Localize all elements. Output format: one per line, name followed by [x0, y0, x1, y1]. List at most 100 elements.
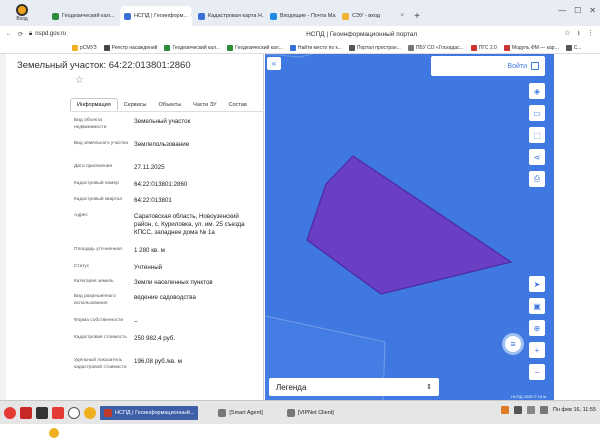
start-menu-icon[interactable] — [4, 406, 16, 419]
property-value[interactable]: 1 280 кв. м — [134, 247, 256, 255]
collapse-panel-button[interactable]: « — [267, 57, 281, 70]
extensions-icon[interactable]: ⋮ — [587, 29, 594, 40]
download-icon[interactable]: ⭳ — [578, 29, 580, 40]
browser-tab[interactable]: СЭУ - вход × — [338, 6, 408, 26]
taskbar-app-label: [VIPNet Client] — [297, 409, 334, 416]
browser-tab[interactable]: Входящие - Почта Ma...× — [266, 6, 336, 26]
bookmark-item[interactable]: Модуль ФМ — кар... — [503, 44, 559, 51]
property-value[interactable]: ведение садоводства — [134, 294, 256, 302]
bookmark-favicon-icon — [227, 44, 234, 51]
legend-dropdown[interactable]: Легенда ⇕ — [269, 378, 439, 396]
property-value[interactable]: Земельный участок — [134, 118, 256, 126]
favorite-star-icon[interactable]: ☆ — [75, 75, 84, 86]
right-gutter — [554, 54, 600, 400]
bookmark-favicon-icon — [72, 44, 78, 51]
panel-tab[interactable]: Объекты — [152, 98, 187, 111]
zoom-in-button[interactable]: + — [529, 342, 545, 358]
tab-close-icon[interactable]: × — [117, 13, 118, 19]
taskbar-app-icon-1[interactable] — [20, 406, 32, 419]
property-key: Вид земельного участка — [74, 141, 128, 146]
zoom-out-button[interactable]: − — [529, 364, 545, 380]
panel-tab[interactable]: Сервисы — [118, 98, 153, 111]
property-value[interactable]: – — [134, 318, 256, 326]
tray-icon-1[interactable] — [500, 406, 509, 414]
bookmark-favicon-icon — [103, 44, 110, 51]
network-icon[interactable] — [526, 406, 535, 414]
tab-label: НСПД | Геоинформ... — [134, 13, 188, 19]
browser-tab[interactable]: Кадастровая карта Н... × — [194, 6, 264, 26]
layers-icon[interactable]: ◈ — [529, 83, 545, 99]
terminal-icon[interactable] — [36, 406, 48, 419]
profile-logo[interactable]: Вход — [4, 2, 40, 24]
tab-favicon-icon — [124, 12, 131, 20]
property-value[interactable]: 64:22:013801:2860 — [134, 181, 256, 189]
volume-icon[interactable] — [539, 406, 548, 414]
bookmark-item[interactable]: ПБУ СО «Госкадас... — [407, 44, 464, 51]
bookmark-item[interactable]: Портал простран... — [348, 44, 401, 51]
taskbar-app-icon-2[interactable] — [52, 406, 64, 419]
zoom-area-icon[interactable]: ⊕ — [529, 320, 545, 336]
panel-title: Земельный участок: 64:22:013801:2860 — [17, 60, 191, 71]
bookmark-favicon-icon — [164, 44, 171, 51]
bookmark-label: Геодезический кал... — [235, 44, 283, 51]
print-icon[interactable]: ⎙ — [529, 171, 545, 187]
property-value[interactable]: 27.11.2025 — [134, 164, 256, 172]
bookmark-item[interactable]: ПГС 2.0 — [470, 44, 497, 51]
tab-label: СЭУ - вход — [352, 13, 381, 19]
share-icon[interactable]: ⋖ — [529, 149, 545, 165]
reload-icon[interactable]: ⟳ — [18, 31, 23, 38]
close-icon[interactable]: ✕ — [589, 6, 596, 15]
browser-tab[interactable]: Геодезический кал...× — [48, 6, 118, 26]
panel-tab[interactable]: Состав — [223, 98, 253, 111]
bookmark-item[interactable]: Геодезический кал... — [227, 44, 283, 51]
bookmark-item[interactable]: рСМУЗ — [72, 44, 97, 51]
new-tab-button[interactable]: + — [410, 6, 424, 26]
property-value[interactable]: Саратовская область, Новоузенский район,… — [134, 213, 256, 237]
address-bar: ← ⟳ 🔒︎ nspd.gov.ru НСПД | Геоинформацион… — [0, 26, 600, 42]
url-field[interactable]: 🔒︎ nspd.gov.ru — [29, 28, 159, 40]
back-icon[interactable]: ← — [6, 31, 12, 37]
login-button[interactable]: Войти — [431, 56, 545, 76]
property-value[interactable]: Земли населенных пунктов — [134, 279, 256, 287]
minimize-icon[interactable]: — — [558, 6, 566, 15]
maximize-icon[interactable]: ☐ — [574, 6, 581, 15]
property-value[interactable]: 64:22:013801 — [134, 197, 256, 205]
tab-close-icon[interactable]: × — [191, 13, 192, 19]
bookmark-item[interactable]: С... — [565, 44, 582, 51]
clock[interactable]: Пн фев 16, 11:55 — [553, 407, 596, 413]
panel-tab[interactable]: Части ЗУ — [187, 98, 222, 111]
locate-icon[interactable]: ➤ — [529, 276, 545, 292]
property-value[interactable]: 196,08 руб./кв. м — [134, 358, 256, 366]
measure-icon[interactable]: ▭ — [529, 105, 545, 121]
menu-fab-button[interactable]: ≡ — [502, 333, 524, 355]
taskbar-app[interactable]: НСПД | Геоинформационный... — [100, 405, 199, 420]
property-value[interactable]: Учтенный — [134, 264, 256, 272]
tab-close-icon[interactable]: × — [400, 13, 404, 19]
property-value[interactable]: 250 982,4 руб. — [134, 335, 256, 343]
page-title: НСПД | Геоинформационный портал — [306, 30, 418, 38]
bookmark-favicon-icon — [348, 44, 355, 51]
taskbar-app[interactable]: [Smart Agent] — [214, 406, 266, 420]
property-key: Дата присвоения — [74, 164, 113, 169]
url-text: nspd.gov.ru — [35, 31, 67, 37]
profile-label: Вход — [16, 16, 28, 22]
panel-tab[interactable]: Информация — [70, 98, 118, 111]
property-value[interactable]: Землепользование — [134, 141, 256, 149]
property-key: Статус — [74, 264, 90, 269]
app-icon[interactable] — [49, 428, 59, 438]
bookmark-item[interactable]: Найти место по к... — [289, 44, 342, 51]
tray-icon-2[interactable] — [513, 406, 522, 414]
browser-tab[interactable]: НСПД | Геоинформ...× — [120, 6, 192, 26]
browser-icon[interactable] — [84, 406, 96, 419]
taskbar-app[interactable]: [VIPNet Client] — [283, 406, 338, 420]
bookmark-favicon-icon — [503, 44, 510, 51]
property-key: Категория земель — [74, 279, 114, 284]
map-view[interactable]: « Войти ◈ ▭ ⬚ ⋖ ⎙ ➤ ▣ ⊕ + − ≡ Легенда ⇕ … — [265, 54, 554, 400]
tab-favicon-icon — [342, 12, 349, 20]
bookmark-item[interactable]: Геодезический кал... — [164, 44, 220, 51]
select-icon[interactable]: ⬚ — [529, 127, 545, 143]
search-icon[interactable] — [68, 406, 80, 419]
bookmark-item[interactable]: Реестр насаждений — [103, 44, 157, 51]
bookmark-icon[interactable]: ☆ — [564, 29, 570, 40]
basemap-icon[interactable]: ▣ — [529, 298, 545, 314]
